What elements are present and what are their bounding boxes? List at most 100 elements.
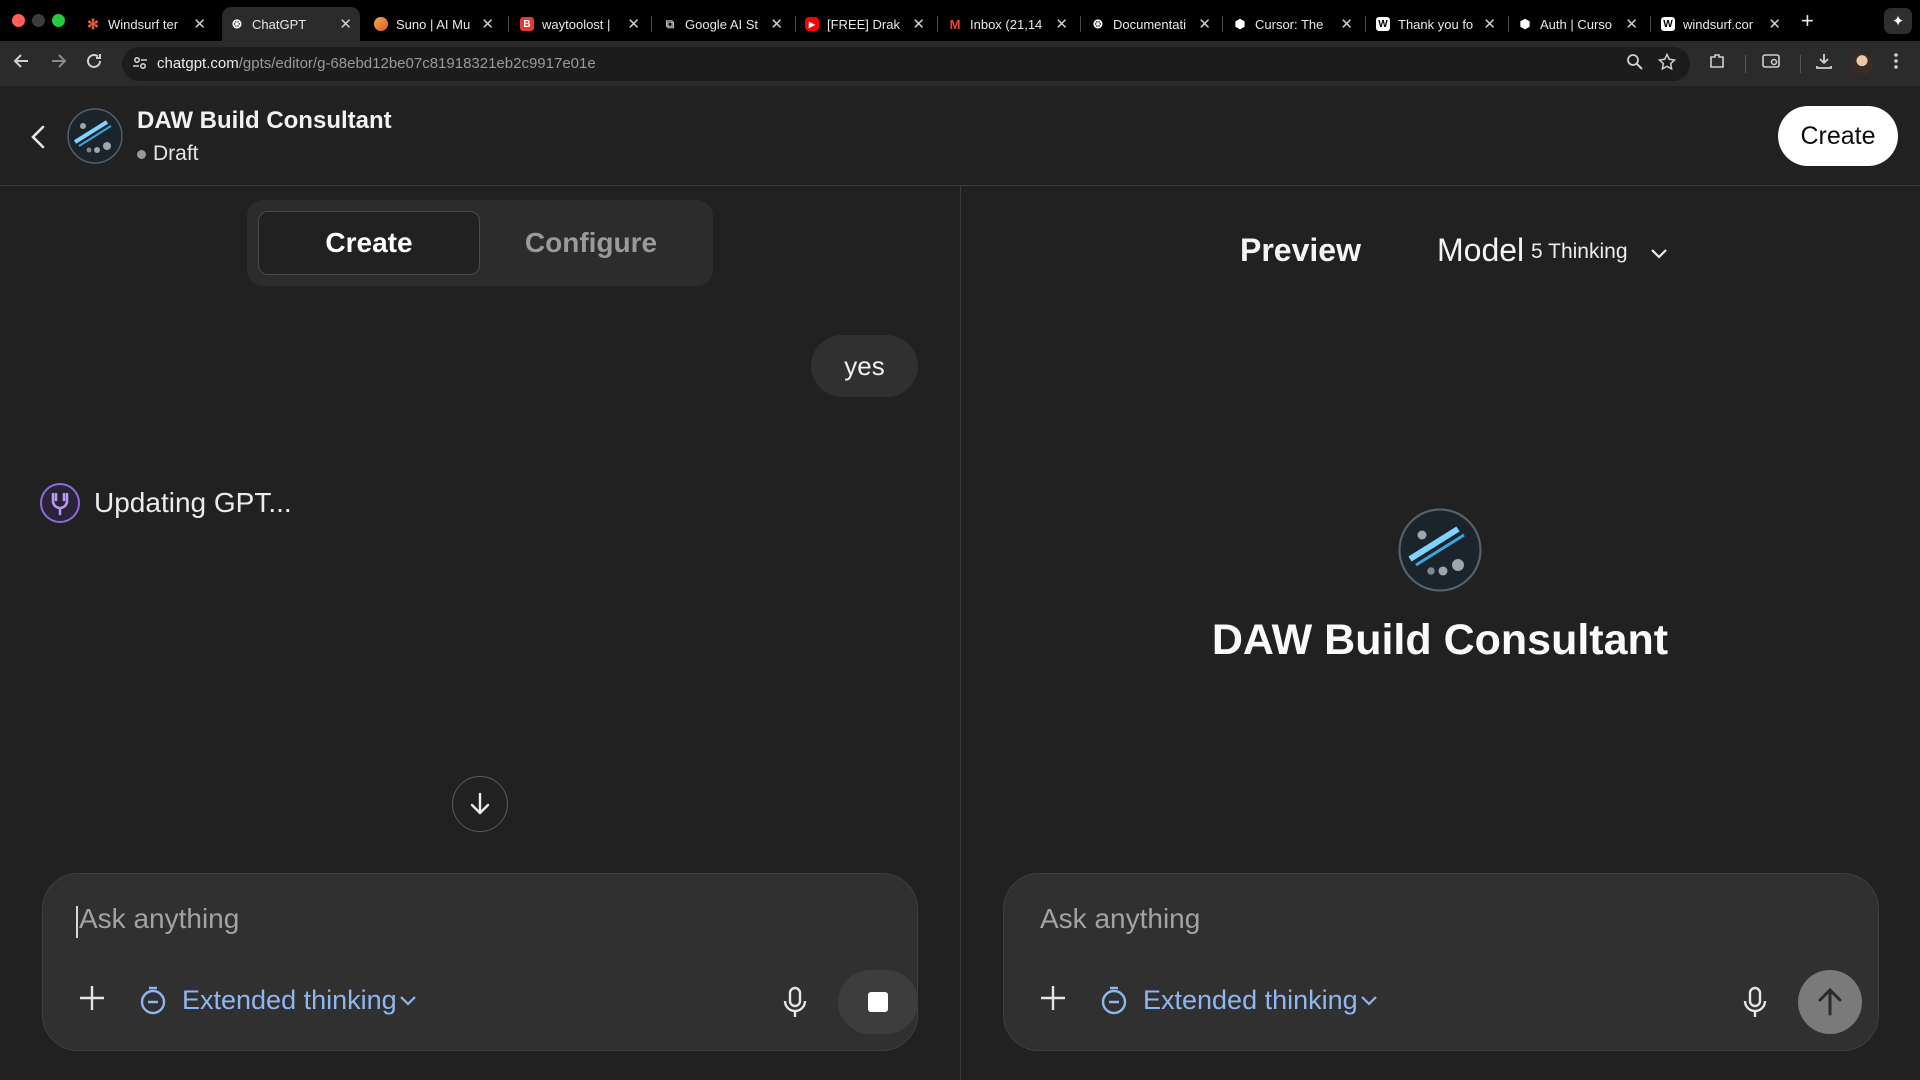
left-message-input[interactable]: Ask anything xyxy=(79,903,239,935)
reload-icon[interactable] xyxy=(84,51,104,77)
draft-status: Draft xyxy=(137,142,199,166)
status-dot xyxy=(137,149,146,159)
add-attachment-button[interactable] xyxy=(78,982,106,1021)
close-tab-icon[interactable]: ✕ xyxy=(193,15,206,33)
create-gpt-button[interactable]: Create xyxy=(1778,106,1898,166)
preview-heading: Preview xyxy=(1240,232,1361,268)
b-icon: B xyxy=(520,17,534,31)
close-tab-icon[interactable]: ✕ xyxy=(1625,15,1638,33)
browser-tab[interactable]: M Inbox (21,14 ✕ xyxy=(940,7,1076,41)
browser-tab[interactable]: ✻ Windsurf ter ✕ xyxy=(78,7,214,41)
timer-icon xyxy=(1099,985,1129,1015)
close-tab-icon[interactable]: ✕ xyxy=(1198,15,1211,33)
tab-create[interactable]: Create xyxy=(258,211,480,275)
back-arrow-icon[interactable] xyxy=(12,51,32,77)
browser-tab[interactable]: ⧉ Google AI St ✕ xyxy=(655,7,791,41)
user-message-bubble: yes xyxy=(811,335,918,397)
browser-tab[interactable]: ⬢ Cursor: The ✕ xyxy=(1225,7,1361,41)
browser-tab[interactable]: ⊛ Documentati ✕ xyxy=(1083,7,1219,41)
tab-separator xyxy=(1365,16,1366,32)
right-composer xyxy=(1003,873,1879,1051)
new-tab-button[interactable]: + xyxy=(1801,8,1814,34)
tab-separator xyxy=(1222,16,1223,32)
updating-status-text: Updating GPT... xyxy=(94,487,292,518)
back-button[interactable] xyxy=(24,120,52,154)
tab-configure[interactable]: Configure xyxy=(480,211,702,275)
url-text: chatgpt.com/gpts/editor/g-68ebd12be07c81… xyxy=(157,55,596,72)
browser-tab[interactable]: ⬢ Auth | Curso ✕ xyxy=(1510,7,1646,41)
gpt-builder-icon xyxy=(40,483,80,523)
tab-separator xyxy=(1650,16,1651,32)
tab-separator xyxy=(651,16,652,32)
openai-icon: ⊛ xyxy=(231,16,243,31)
close-tab-icon[interactable]: ✕ xyxy=(481,15,494,33)
tab-separator xyxy=(1080,16,1081,32)
preview-gpt-avatar xyxy=(1398,508,1482,592)
url-domain: chatgpt.com xyxy=(157,55,239,72)
windsurf-burst-icon: ✻ xyxy=(87,15,99,32)
close-tab-icon[interactable]: ✕ xyxy=(339,15,352,33)
profile-avatar[interactable] xyxy=(1851,53,1873,75)
arrow-up-icon xyxy=(1818,987,1842,1016)
extended-thinking-selector[interactable]: Extended thinking xyxy=(182,985,397,1016)
model-selector[interactable]: 5 Thinking xyxy=(1531,240,1628,264)
windsurf-w-icon: W xyxy=(1376,17,1390,31)
sparkle-icon[interactable]: ✦ xyxy=(1884,8,1912,34)
tab-separator xyxy=(937,16,938,32)
zoom-icon[interactable] xyxy=(1626,53,1643,75)
toolbar-separator xyxy=(1745,55,1746,73)
browser-tab[interactable]: W windsurf.cor ✕ xyxy=(1653,7,1789,41)
site-info-icon[interactable] xyxy=(132,55,148,74)
model-label[interactable]: Model xyxy=(1437,232,1524,269)
app-header xyxy=(0,86,1920,186)
close-tab-icon[interactable]: ✕ xyxy=(1768,15,1781,33)
tab-separator xyxy=(508,16,509,32)
tab-separator xyxy=(1508,16,1509,32)
minimize-window-button[interactable] xyxy=(32,14,45,27)
youtube-icon: ▶ xyxy=(805,17,819,31)
close-tab-icon[interactable]: ✕ xyxy=(1483,15,1496,33)
microphone-icon[interactable] xyxy=(781,985,809,1019)
google-ai-icon: ⧉ xyxy=(665,16,675,31)
download-icon[interactable] xyxy=(1815,52,1833,75)
suno-icon xyxy=(374,17,388,31)
close-tab-icon[interactable]: ✕ xyxy=(770,15,783,33)
close-tab-icon[interactable]: ✕ xyxy=(1055,15,1068,33)
browser-tab[interactable]: ▶ [FREE] Drak ✕ xyxy=(797,7,933,41)
cursor-icon: ⬢ xyxy=(1519,17,1531,31)
browser-tab[interactable]: B waytoolost | ✕ xyxy=(512,7,648,41)
microphone-icon[interactable] xyxy=(1741,985,1769,1019)
send-message-button[interactable] xyxy=(1798,970,1862,1034)
cursor-icon: ⬢ xyxy=(1234,17,1246,31)
scroll-to-bottom-button[interactable] xyxy=(452,776,508,832)
close-tab-icon[interactable]: ✕ xyxy=(627,15,640,33)
text-caret xyxy=(76,906,78,938)
tab-separator xyxy=(795,16,796,32)
gmail-icon: M xyxy=(949,16,961,32)
tab-search-icon[interactable] xyxy=(1762,52,1782,75)
add-attachment-button[interactable] xyxy=(1039,982,1067,1021)
right-message-input[interactable]: Ask anything xyxy=(1040,903,1200,935)
pane-divider xyxy=(960,186,961,1080)
stop-icon xyxy=(868,992,888,1012)
forward-arrow-icon[interactable] xyxy=(48,51,68,77)
browser-tab-active[interactable]: ⊛ ChatGPT ✕ xyxy=(222,7,360,41)
chevron-down-icon[interactable] xyxy=(399,993,417,1007)
bookmark-star-icon[interactable] xyxy=(1657,52,1677,76)
stop-generating-button[interactable] xyxy=(838,970,918,1034)
chevron-down-icon[interactable] xyxy=(1650,246,1668,260)
extensions-icon[interactable] xyxy=(1708,52,1726,75)
draft-status-label: Draft xyxy=(153,142,199,165)
browser-tab[interactable]: Suno | AI Mu ✕ xyxy=(366,7,502,41)
close-window-button[interactable] xyxy=(12,14,25,27)
close-tab-icon[interactable]: ✕ xyxy=(912,15,925,33)
browser-tab[interactable]: W Thank you fo ✕ xyxy=(1368,7,1504,41)
left-composer xyxy=(42,873,918,1051)
extended-thinking-selector[interactable]: Extended thinking xyxy=(1143,985,1358,1016)
gpt-avatar xyxy=(67,108,123,164)
url-path: /gpts/editor/g-68ebd12be07c81918321eb2c9… xyxy=(238,55,596,72)
close-tab-icon[interactable]: ✕ xyxy=(1340,15,1353,33)
more-menu-icon[interactable] xyxy=(1893,52,1899,75)
maximize-window-button[interactable] xyxy=(52,14,65,27)
chevron-down-icon[interactable] xyxy=(1360,993,1378,1007)
